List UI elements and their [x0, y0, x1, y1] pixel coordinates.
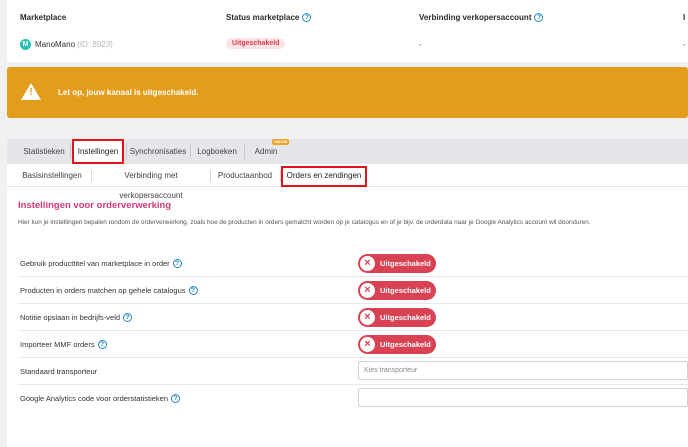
subtab-orders-en-zendingen[interactable]: Orders en zendingen	[281, 166, 367, 187]
extra-value: -	[683, 40, 686, 49]
warning-triangle-icon: !	[21, 83, 41, 100]
connection-value: -	[419, 40, 422, 49]
header-marketplace: Marketplace	[20, 13, 67, 22]
help-icon[interactable]: ?	[172, 259, 182, 268]
help-icon[interactable]: ?	[97, 340, 107, 349]
settings-panel: Statistieken Instellingen Synchronisatie…	[7, 139, 688, 447]
section-title: Instellingen voor orderverwerking	[18, 200, 172, 211]
subtab-verbinding[interactable]: Verbinding met verkopersaccount	[93, 166, 209, 200]
table-row[interactable]: M ManoMano (ID: 8923) Uitgeschakeld - -	[7, 37, 688, 53]
setting-row: Google Analytics code voor orderstatisti…	[18, 385, 688, 412]
section-description: Hier kun je instellingen bepalen rondom …	[18, 219, 591, 226]
notitie-toggle[interactable]: × Uitgeschakeld	[358, 308, 436, 327]
new-badge: NIEUW	[272, 139, 290, 145]
header-extra: I	[683, 13, 686, 22]
setting-label: Notitie opslaan in bedrijfs-veld?	[20, 313, 133, 322]
main-tabs: Statistieken Instellingen Synchronisatie…	[7, 139, 688, 164]
tab-instellingen[interactable]: Instellingen	[72, 139, 124, 164]
catalogus-match-toggle[interactable]: × Uitgeschakeld	[358, 281, 436, 300]
close-icon: ×	[360, 310, 375, 325]
close-icon: ×	[360, 337, 375, 352]
setting-row: Notitie opslaan in bedrijfs-veld? × Uitge…	[18, 304, 688, 331]
setting-label: Gebruik producttitel van marketplace in …	[20, 259, 182, 268]
setting-label: Importeer MMF orders?	[20, 340, 107, 349]
help-icon[interactable]: ?	[188, 286, 198, 295]
setting-label: Producten in orders matchen op gehele ca…	[20, 286, 198, 295]
sub-tabs: Basisinstellingen Verbinding met verkope…	[7, 164, 688, 200]
setting-label: Google Analytics code voor orderstatisti…	[20, 394, 180, 403]
setting-row: Producten in orders matchen op gehele ca…	[18, 277, 688, 304]
setting-row: Standaard transporteur Kies transporteur	[18, 358, 688, 385]
marketplace-name: ManoMano (ID: 8923)	[35, 40, 113, 49]
header-status-marketplace: Status marketplace?	[226, 13, 312, 22]
tab-logboeken[interactable]: Logboeken	[192, 139, 242, 164]
tab-statistieken[interactable]: Statistieken	[19, 139, 69, 164]
help-icon[interactable]: ?	[171, 394, 180, 403]
status-badge: Uitgeschakeld	[226, 38, 286, 49]
close-icon: ×	[360, 283, 375, 298]
producttitel-toggle[interactable]: × Uitgeschakeld	[358, 254, 436, 273]
header-verbinding: Verbinding verkopersaccount?	[419, 13, 544, 22]
marketplace-table: Marketplace Status marketplace? Verbindi…	[7, 0, 688, 62]
help-icon[interactable]: ?	[534, 13, 544, 22]
close-icon: ×	[360, 256, 375, 271]
manomano-logo-icon: M	[20, 39, 31, 50]
setting-row: Importeer MMF orders? × Uitgeschakeld	[18, 331, 688, 358]
setting-row: Gebruik producttitel van marketplace in …	[18, 250, 688, 277]
setting-label: Standaard transporteur	[20, 367, 98, 376]
mmf-orders-toggle[interactable]: × Uitgeschakeld	[358, 335, 436, 354]
subtab-basisinstellingen[interactable]: Basisinstellingen	[13, 166, 91, 186]
tab-synchronisaties[interactable]: Synchronisaties	[128, 139, 188, 164]
warning-banner: ! Let op, jouw kanaal is uitgeschakeld.	[7, 67, 688, 118]
warning-text: Let op, jouw kanaal is uitgeschakeld.	[58, 88, 199, 97]
help-icon[interactable]: ?	[123, 313, 133, 322]
help-icon[interactable]: ?	[302, 13, 312, 22]
transporteur-select[interactable]: Kies transporteur	[358, 361, 688, 380]
subtab-productaanbod[interactable]: Productaanbod	[212, 166, 278, 186]
google-analytics-input[interactable]	[358, 388, 688, 407]
